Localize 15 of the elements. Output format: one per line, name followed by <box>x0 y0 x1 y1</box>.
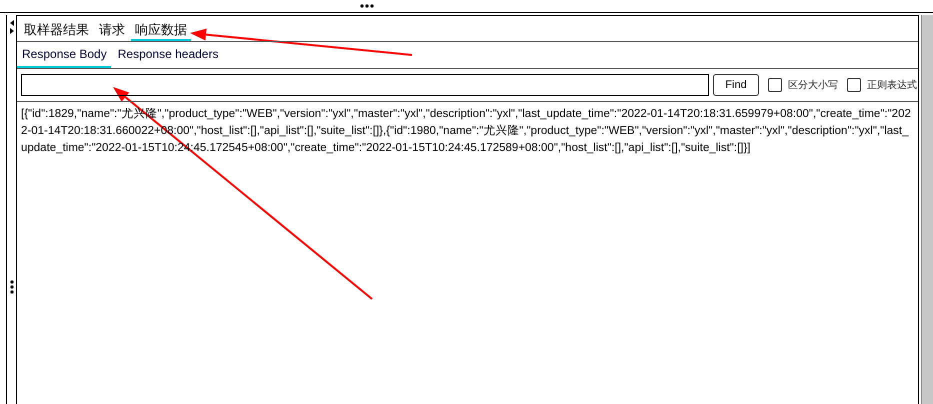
checkbox[interactable] <box>768 78 782 92</box>
search-field[interactable] <box>21 74 709 96</box>
splitter-handle-icon[interactable] <box>360 4 374 8</box>
checkbox-label: 区分大小写 <box>788 78 838 92</box>
checkbox[interactable] <box>847 78 861 92</box>
tab[interactable]: 请求 <box>95 16 129 41</box>
collapse-arrows-icon[interactable] <box>8 20 14 34</box>
scrollbar[interactable] <box>921 15 933 404</box>
tab[interactable]: 响应数据 <box>131 16 191 41</box>
find-button[interactable]: Find <box>713 74 759 96</box>
tab[interactable]: 取样器结果 <box>20 16 93 41</box>
tab[interactable]: Response Body <box>17 42 111 68</box>
checkbox-label: 正则表达式 <box>867 78 917 92</box>
splitter-handle-icon[interactable] <box>10 280 14 294</box>
tab[interactable]: Response headers <box>112 42 222 68</box>
